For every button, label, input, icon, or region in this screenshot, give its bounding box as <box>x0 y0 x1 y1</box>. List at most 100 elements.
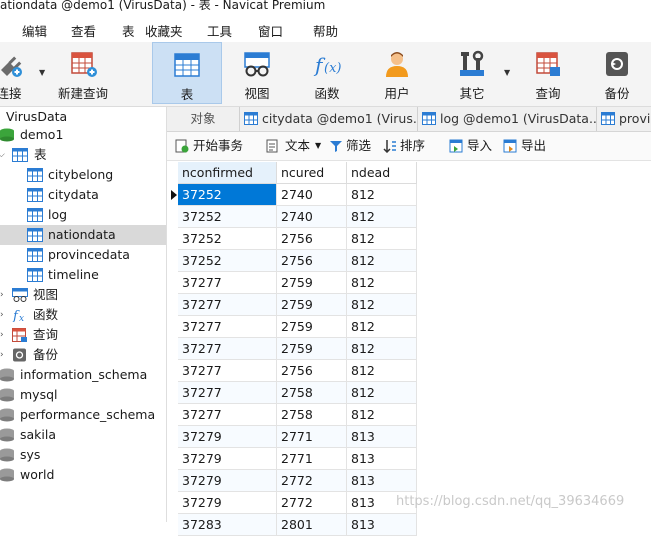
cell-ncured[interactable]: 2758 <box>277 382 347 404</box>
cell-ncured[interactable]: 2740 <box>277 206 347 228</box>
cell-ncured[interactable]: 2756 <box>277 250 347 272</box>
connect-button[interactable]: 连接 <box>0 42 32 104</box>
menu-tools[interactable]: 工具 <box>207 21 232 40</box>
cell-nconfirmed[interactable]: 37252 <box>178 228 277 250</box>
cell-nconfirmed[interactable]: 37252 <box>178 250 277 272</box>
tree-group-functions[interactable]: › f x 函数 <box>0 305 166 325</box>
cell-ndead[interactable]: 812 <box>347 316 417 338</box>
tree-item-world[interactable]: world <box>0 465 166 485</box>
table-row[interactable]: 37252 2740 812 <box>167 206 651 228</box>
chevron-right-icon[interactable]: › <box>0 305 4 325</box>
column-header-nconfirmed[interactable]: nconfirmed <box>178 162 277 184</box>
tree-table-log[interactable]: log <box>0 205 166 225</box>
tab-objects[interactable]: 对象 <box>167 107 240 131</box>
import-button[interactable]: 导入 <box>447 132 499 160</box>
cell-ndead[interactable]: 812 <box>347 184 417 206</box>
chevron-right-icon[interactable]: › <box>0 285 4 305</box>
cell-ncured[interactable]: 2756 <box>277 360 347 382</box>
text-dropdown-icon[interactable]: ▼ <box>315 132 321 160</box>
text-button[interactable]: 文本 ▼ <box>263 132 325 160</box>
table-row[interactable]: 37252 2756 812 <box>167 250 651 272</box>
cell-ncured[interactable]: 2758 <box>277 404 347 426</box>
cell-ndead[interactable]: 812 <box>347 338 417 360</box>
table-row[interactable]: 37277 2759 812 <box>167 294 651 316</box>
table-row[interactable]: 37279 2772 813 <box>167 470 651 492</box>
tree-table-citydata[interactable]: citydata <box>0 185 166 205</box>
cell-ncured[interactable]: 2759 <box>277 338 347 360</box>
cell-ncured[interactable]: 2772 <box>277 492 347 514</box>
menu-view[interactable]: 查看 <box>71 21 96 40</box>
tree-item-performance-schema[interactable]: performance_schema <box>0 405 166 425</box>
table-button[interactable]: 表 <box>152 42 222 104</box>
tree-item-demo1[interactable]: demo1 <box>0 125 166 145</box>
tree-group-backups[interactable]: › 备份 <box>0 345 166 365</box>
table-row[interactable]: 37277 2756 812 <box>167 360 651 382</box>
cell-ndead[interactable]: 812 <box>347 228 417 250</box>
others-dropdown-icon[interactable]: ▼ <box>504 68 510 77</box>
cell-ncured[interactable]: 2759 <box>277 294 347 316</box>
tree-item-sakila[interactable]: sakila <box>0 425 166 445</box>
cell-nconfirmed[interactable]: 37279 <box>178 492 277 514</box>
menu-table[interactable]: 表 <box>122 21 135 40</box>
table-row[interactable]: 37283 2801 813 <box>167 514 651 536</box>
cell-ncured[interactable]: 2759 <box>277 316 347 338</box>
cell-nconfirmed[interactable]: 37277 <box>178 294 277 316</box>
tree-table-provincedata[interactable]: provincedata <box>0 245 166 265</box>
cell-ndead[interactable]: 812 <box>347 206 417 228</box>
connect-dropdown-icon[interactable]: ▼ <box>39 68 45 77</box>
menu-window[interactable]: 窗口 <box>258 21 283 40</box>
cell-nconfirmed[interactable]: 37279 <box>178 448 277 470</box>
tab-citydata[interactable]: citydata @demo1 (Virus... <box>240 107 418 131</box>
cell-nconfirmed[interactable]: 37277 <box>178 272 277 294</box>
new-query-button[interactable]: 新建查询 <box>48 42 118 104</box>
cell-ndead[interactable]: 813 <box>347 426 417 448</box>
view-button[interactable]: 视图 <box>222 42 292 104</box>
table-row[interactable]: 37277 2758 812 <box>167 404 651 426</box>
cell-nconfirmed[interactable]: 37277 <box>178 316 277 338</box>
table-row[interactable]: 37279 2771 813 <box>167 426 651 448</box>
tree-group-views[interactable]: › 视图 <box>0 285 166 305</box>
cell-nconfirmed[interactable]: 37252 <box>178 206 277 228</box>
filter-button[interactable]: 筛选 <box>327 132 379 160</box>
cell-nconfirmed[interactable]: 37277 <box>178 360 277 382</box>
cell-ndead[interactable]: 812 <box>347 294 417 316</box>
backup-button[interactable]: 备份 <box>582 42 651 104</box>
cell-ndead[interactable]: 812 <box>347 404 417 426</box>
tree-item-sys[interactable]: sys <box>0 445 166 465</box>
cell-ncured[interactable]: 2759 <box>277 272 347 294</box>
chevron-down-icon[interactable]: ⌵ <box>0 145 5 165</box>
menu-help[interactable]: 帮助 <box>313 21 338 40</box>
table-row[interactable]: 37277 2758 812 <box>167 382 651 404</box>
sort-button[interactable]: 排序 <box>381 132 433 160</box>
tab-provincedata[interactable]: provi <box>597 107 651 131</box>
cell-ndead[interactable]: 813 <box>347 448 417 470</box>
column-header-ndead[interactable]: ndead <box>347 162 417 184</box>
function-button[interactable]: f (x) 函数 <box>292 42 362 104</box>
cell-ncured[interactable]: 2740 <box>277 184 347 206</box>
cell-nconfirmed[interactable]: 37279 <box>178 470 277 492</box>
menu-edit[interactable]: 编辑 <box>22 21 47 40</box>
cell-ncured[interactable]: 2801 <box>277 514 347 536</box>
user-button[interactable]: 用户 <box>362 42 432 104</box>
table-row[interactable]: 37279 2771 813 <box>167 448 651 470</box>
cell-ncured[interactable]: 2771 <box>277 448 347 470</box>
export-button[interactable]: 导出 <box>501 132 553 160</box>
menu-favorites[interactable]: 收藏夹 <box>145 21 183 40</box>
tab-log[interactable]: log @demo1 (VirusData... <box>418 107 597 131</box>
cell-ncured[interactable]: 2771 <box>277 426 347 448</box>
cell-ndead[interactable]: 813 <box>347 514 417 536</box>
cell-ndead[interactable]: 812 <box>347 360 417 382</box>
cell-ndead[interactable]: 812 <box>347 250 417 272</box>
table-row[interactable]: 37252 2756 812 <box>167 228 651 250</box>
table-row[interactable]: 37277 2759 812 <box>167 316 651 338</box>
query-button[interactable]: 查询 <box>513 42 583 104</box>
tree-group-tables[interactable]: ⌵ 表 <box>0 145 166 165</box>
tree-item-mysql[interactable]: mysql <box>0 385 166 405</box>
tree-table-citybelong[interactable]: citybelong <box>0 165 166 185</box>
cell-nconfirmed[interactable]: 37279 <box>178 426 277 448</box>
cell-nconfirmed[interactable]: 37277 <box>178 404 277 426</box>
chevron-right-icon[interactable]: › <box>0 345 4 365</box>
cell-nconfirmed[interactable]: 37252 <box>178 184 277 206</box>
connection-item[interactable]: VirusData <box>0 107 166 127</box>
start-transaction-button[interactable]: 开始事务 <box>173 132 253 160</box>
